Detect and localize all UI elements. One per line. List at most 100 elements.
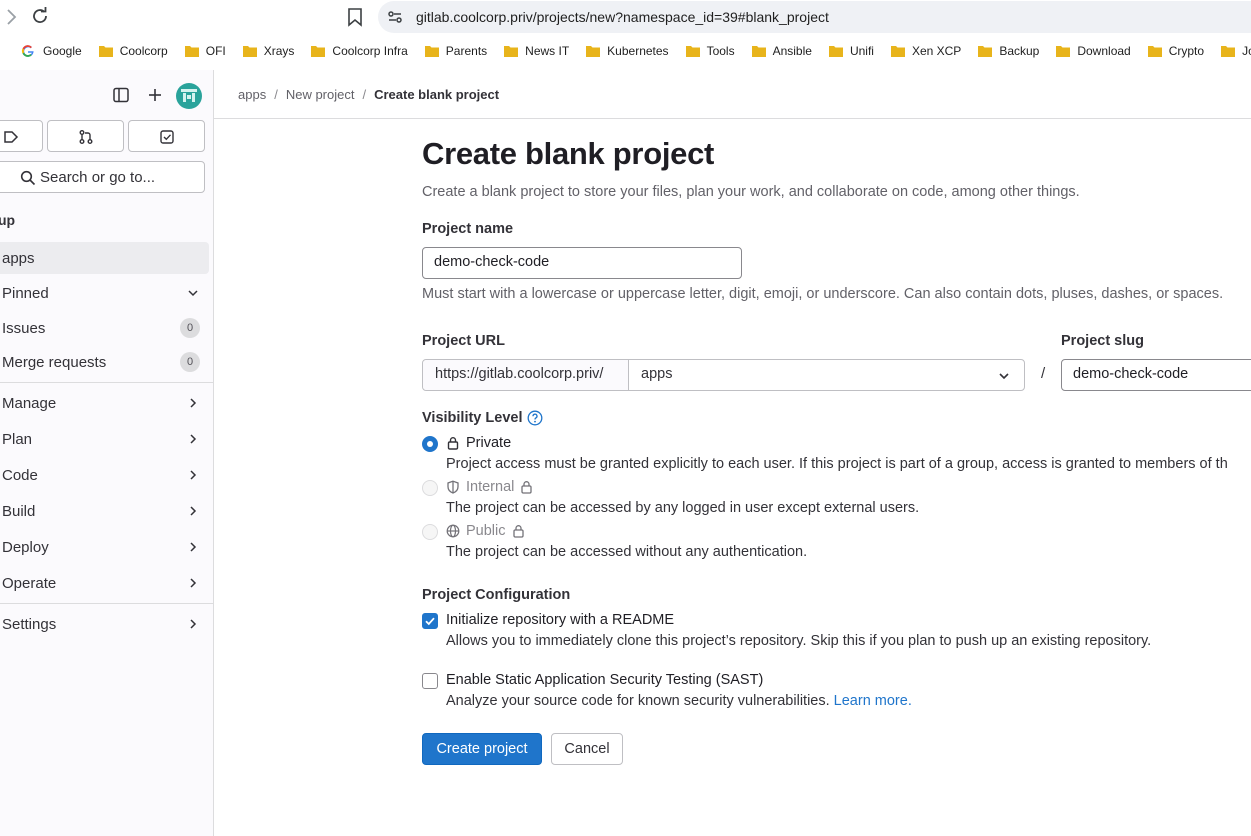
issues-count-badge: 0 xyxy=(180,318,200,338)
sidebar-item-label: Merge requests xyxy=(2,353,107,371)
sidebar-item-issues[interactable]: Issues 0 xyxy=(0,312,209,344)
bookmark-folder[interactable]: Parents xyxy=(424,44,487,58)
chevron-right-icon xyxy=(190,506,197,516)
project-name-input[interactable]: demo-check-code xyxy=(422,247,742,279)
bookmark-folder[interactable]: Tools xyxy=(685,44,735,58)
breadcrumb-separator: / xyxy=(274,87,278,102)
sidebar-item-plan[interactable]: Plan xyxy=(0,423,209,455)
bookmark-folder[interactable]: Ansible xyxy=(751,44,812,58)
folder-icon xyxy=(242,46,257,57)
site-settings-icon[interactable] xyxy=(387,9,403,25)
bookmark-folder[interactable]: OFI xyxy=(184,44,226,58)
project-slug-input[interactable]: demo-check-code xyxy=(1061,359,1251,391)
bookmark-folder[interactable]: Coolcorp Infra xyxy=(310,44,408,58)
search-button[interactable]: Search or go to... xyxy=(0,161,205,193)
visibility-public-desc: The project can be accessed without any … xyxy=(446,544,808,560)
sidebar-item-label: Operate xyxy=(2,574,57,592)
create-project-form: Create blank project Create a blank proj… xyxy=(422,119,1251,836)
bookmark-folder[interactable]: Crypto xyxy=(1147,44,1204,58)
sidebar-item-deploy[interactable]: Deploy xyxy=(0,531,209,563)
bookmark-folder[interactable]: Xrays xyxy=(242,44,294,58)
merge-requests-count-badge: 0 xyxy=(180,352,200,372)
sast-option-label[interactable]: Enable Static Application Security Testi… xyxy=(446,672,763,688)
bookmark-folder[interactable]: Coolcorp xyxy=(98,44,168,58)
project-slug-label: Project slug xyxy=(1061,333,1144,349)
sidebar-item-build[interactable]: Build xyxy=(0,495,209,527)
top-bar: apps / New project / Create blank projec… xyxy=(214,70,1251,119)
create-project-button[interactable]: Create project xyxy=(422,733,542,765)
readme-checkbox[interactable] xyxy=(422,613,438,629)
sidebar-item-label: apps xyxy=(2,249,35,267)
sast-desc-row: Analyze your source code for known secur… xyxy=(446,693,912,709)
project-configuration-label: Project Configuration xyxy=(422,587,571,603)
project-name-label: Project name xyxy=(422,221,514,237)
bookmark-folder[interactable]: Xen XCP xyxy=(890,44,961,58)
chevron-down-icon[interactable] xyxy=(998,370,1010,382)
plus-icon[interactable] xyxy=(146,86,164,104)
chevron-right-icon xyxy=(190,542,197,552)
project-url-group: https://gitlab.coolcorp.priv/ apps xyxy=(422,359,1025,391)
address-bar[interactable]: gitlab.coolcorp.priv/projects/new?namesp… xyxy=(378,1,1251,33)
visibility-private-option[interactable]: Private xyxy=(446,435,511,451)
bookmark-label: Tools xyxy=(706,44,735,58)
breadcrumb-item-new-project[interactable]: New project xyxy=(286,87,355,102)
sidebar-item-manage[interactable]: Manage xyxy=(0,387,209,419)
sidebar-toggle-icon[interactable] xyxy=(112,86,130,104)
forward-icon[interactable] xyxy=(4,7,18,27)
visibility-internal-desc: The project can be accessed by any logge… xyxy=(446,500,920,516)
learn-more-link[interactable]: Learn more. xyxy=(834,693,912,709)
sidebar-item-settings[interactable]: Settings xyxy=(0,608,209,640)
sidebar-group-heading: up xyxy=(0,212,16,228)
bookmark-label: Kubernetes xyxy=(607,44,669,58)
sidebar-item-operate[interactable]: Operate xyxy=(0,567,209,599)
avatar-pattern-icon xyxy=(181,89,197,102)
bookmark-icon[interactable] xyxy=(345,6,365,28)
sidebar-item-label: Code xyxy=(2,466,38,484)
bookmark-folder[interactable]: Jou xyxy=(1220,44,1251,58)
sidebar-item-pinned[interactable]: Pinned xyxy=(0,277,209,309)
avatar[interactable] xyxy=(176,83,202,109)
namespace-select[interactable]: apps xyxy=(641,366,672,382)
visibility-internal-radio[interactable] xyxy=(422,480,438,496)
breadcrumb: apps / New project / Create blank projec… xyxy=(238,87,499,102)
chevron-right-icon xyxy=(190,578,197,588)
sast-checkbox[interactable] xyxy=(422,673,438,689)
visibility-public-option[interactable]: Public xyxy=(446,523,525,539)
readme-option-label[interactable]: Initialize repository with a README xyxy=(446,612,674,628)
breadcrumb-item-apps[interactable]: apps xyxy=(238,87,266,102)
globe-icon xyxy=(446,524,460,538)
folder-icon xyxy=(1147,46,1162,57)
todos-shortcut-button[interactable] xyxy=(128,120,205,152)
bookmark-label: News IT xyxy=(525,44,570,58)
visibility-internal-option[interactable]: Internal xyxy=(446,479,533,495)
breadcrumb-item-current[interactable]: Create blank project xyxy=(374,87,499,102)
sidebar-item-apps[interactable]: apps xyxy=(0,242,209,274)
folder-icon xyxy=(828,46,843,57)
bookmark-folder[interactable]: News IT xyxy=(503,44,569,58)
visibility-public-radio[interactable] xyxy=(422,524,438,540)
bookmark-folder[interactable]: Unifi xyxy=(828,44,874,58)
bookmark-folder[interactable]: Download xyxy=(1055,44,1131,58)
bookmark-google[interactable]: Google xyxy=(21,44,82,58)
cancel-button[interactable]: Cancel xyxy=(551,733,623,765)
sidebar-divider xyxy=(0,603,213,604)
help-question-icon[interactable] xyxy=(527,410,543,426)
merge-requests-shortcut-button[interactable] xyxy=(47,120,124,152)
lock-icon xyxy=(447,437,459,450)
shield-icon xyxy=(447,480,459,494)
visibility-private-radio[interactable] xyxy=(422,436,438,452)
issues-shortcut-button[interactable] xyxy=(0,120,43,152)
bookmark-folder[interactable]: Backup xyxy=(977,44,1039,58)
sidebar: Search or go to... up apps Pinned Issues… xyxy=(0,70,214,836)
reload-icon[interactable] xyxy=(30,6,50,26)
folder-icon xyxy=(751,46,766,57)
sidebar-item-merge-requests[interactable]: Merge requests 0 xyxy=(0,346,209,378)
sidebar-item-code[interactable]: Code xyxy=(0,459,209,491)
lock-icon xyxy=(521,481,533,494)
sidebar-item-label: Pinned xyxy=(2,284,49,302)
issues-icon xyxy=(4,131,19,143)
sidebar-item-label: Build xyxy=(2,502,36,520)
bookmark-folder[interactable]: Kubernetes xyxy=(585,44,669,58)
bookmarks-bar: Google Coolcorp OFI Xrays Coolcorp Infra… xyxy=(0,36,1251,66)
folder-icon xyxy=(184,46,199,57)
